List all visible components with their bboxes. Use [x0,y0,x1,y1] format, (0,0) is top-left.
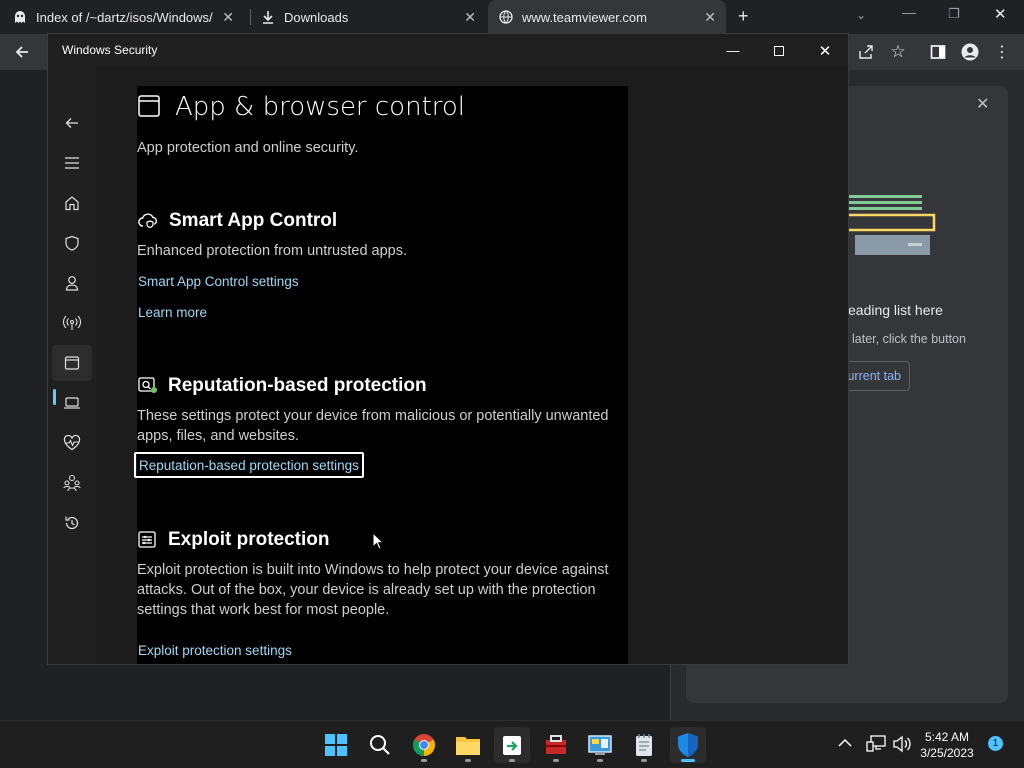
running-indicator [509,759,515,762]
system-clock[interactable]: 5:42 AM 3/25/2023 [912,729,982,761]
file-explorer-icon[interactable] [450,727,486,763]
close-icon[interactable]: ✕ [976,94,989,114]
running-indicator [465,759,471,762]
control-panel-icon[interactable] [582,727,618,763]
close-icon[interactable]: ✕ [464,9,476,26]
back-arrow-icon[interactable] [52,105,92,141]
tab-teamviewer[interactable]: www.teamviewer.com ✕ [488,0,726,34]
running-indicator [553,759,559,762]
tab-title: Index of /~dartz/isos/Windows/ [36,9,213,25]
reading-list-subtitle: later, click the button [852,332,966,346]
more-vertical-icon[interactable]: ⋮ [988,34,1016,70]
family-icon[interactable] [52,465,92,501]
clock-date: 3/25/2023 [920,746,974,760]
globe-icon [498,9,514,25]
app-window-icon [138,95,160,122]
page-subtitle: App protection and online security. [137,140,359,156]
reputation-based-protection-settings-link[interactable]: Reputation-based protection settings [134,452,364,478]
section-description: These settings protect your device from … [137,408,609,444]
tab-index-of-isos[interactable]: Index of /~dartz/isos/Windows/ ✕ [12,0,244,34]
clock-time: 5:42 AM [924,730,970,744]
back-arrow-icon[interactable] [8,34,36,70]
running-indicator [421,759,427,762]
app-installer-icon[interactable] [494,727,530,763]
download-icon [260,9,276,25]
app-window-icon[interactable] [52,345,92,381]
tab-title: www.teamviewer.com [522,9,647,25]
chevron-up-icon[interactable] [838,735,852,751]
toolbox-app-icon[interactable] [538,727,574,763]
network-icon[interactable] [866,735,886,758]
learn-more-link[interactable]: Learn more [138,305,207,320]
browser-tab-strip: Index of /~dartz/isos/Windows/ ✕ Downloa… [0,0,1024,34]
smart-app-control-settings-link[interactable]: Smart App Control settings [138,274,299,289]
link-text: Reputation-based protection settings [139,457,359,473]
search-icon[interactable] [362,727,398,763]
tab-title: Downloads [284,9,349,25]
tab-downloads[interactable]: Downloads ✕ [260,0,486,34]
side-panel-icon[interactable] [924,34,952,70]
tab-separator [250,9,251,25]
profile-icon[interactable] [956,34,984,70]
section-heading-reputation-based-protection: Reputation-based protection [168,375,427,396]
maximize-icon[interactable] [756,34,802,67]
bookmark-star-icon[interactable]: ☆ [884,34,912,70]
minimize-icon[interactable]: — [710,34,756,67]
active-indicator [681,759,695,762]
section-description: Exploit protection is built into Windows… [137,562,609,618]
cloud-shield-icon [138,212,158,235]
chrome-icon[interactable] [406,727,442,763]
running-indicator [597,759,603,762]
reading-list-illustration [846,195,936,255]
section-heading-smart-app-control: Smart App Control [169,210,338,231]
close-icon[interactable]: ✕ [802,34,848,67]
exploit-protection-icon [138,531,156,554]
close-icon[interactable]: ✕ [222,9,234,26]
volume-icon[interactable] [892,735,912,758]
page-title: App & browser control [175,92,466,122]
person-icon[interactable] [52,265,92,301]
shield-icon[interactable] [52,225,92,261]
section-heading-exploit-protection: Exploit protection [168,529,330,550]
history-icon[interactable] [52,505,92,541]
new-tab-plus-icon[interactable]: + [738,6,749,27]
running-indicator [641,759,647,762]
window-title-bar: Windows Security — ✕ [48,34,848,67]
notification-badge[interactable]: 1 [988,736,1003,751]
heart-pulse-icon[interactable] [52,425,92,461]
gear-icon[interactable] [52,657,92,664]
windows-start-icon[interactable] [318,727,354,763]
share-icon[interactable] [852,34,880,70]
windows-security-icon[interactable] [670,727,706,763]
reading-list-title: eading list here [848,302,943,318]
laptop-icon[interactable] [52,385,92,421]
section-description: Enhanced protection from untrusted apps. [137,243,408,259]
ghost-icon [12,9,28,25]
navigation-rail [48,67,96,664]
tab-search-chevron-icon[interactable]: ⌄ [856,8,866,22]
window-title: Windows Security [62,43,158,57]
taskbar [0,720,1024,768]
restore-icon[interactable]: ❐ [948,6,960,22]
close-icon[interactable]: ✕ [704,9,716,26]
exploit-protection-settings-link[interactable]: Exploit protection settings [138,643,292,658]
close-icon[interactable]: ✕ [994,5,1007,23]
menu-icon[interactable] [52,145,92,181]
reputation-scan-icon [138,377,158,400]
minimize-icon[interactable]: — [902,4,916,20]
notepad-icon[interactable] [626,727,662,763]
windows-security-window: Windows Security — ✕ App & browser contr… [47,33,849,665]
home-icon[interactable] [52,185,92,221]
mouse-cursor-icon [372,532,384,550]
wireless-icon[interactable] [52,305,92,341]
